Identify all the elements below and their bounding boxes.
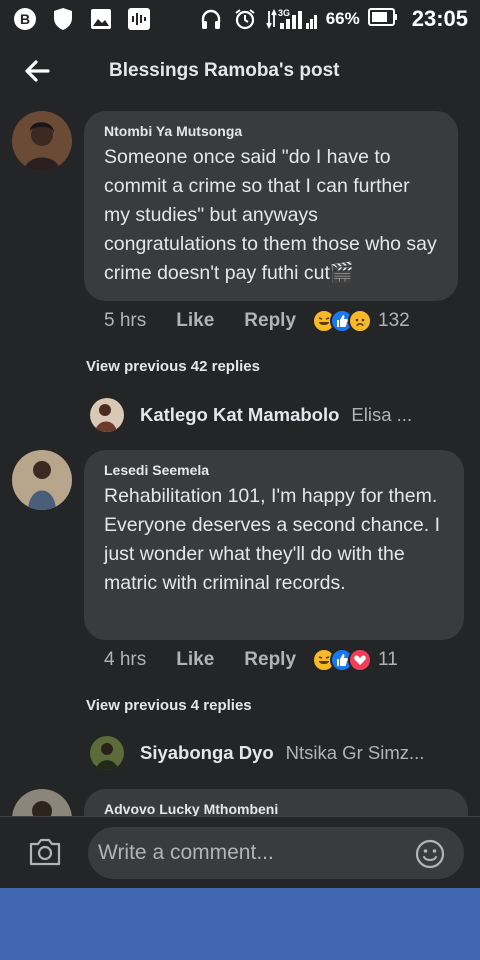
sad-reaction-icon xyxy=(348,309,373,333)
reply-author: Siyabonga Dyo xyxy=(140,742,274,763)
like-button[interactable]: Like xyxy=(176,310,214,332)
bottom-bar xyxy=(0,888,480,960)
network-label: 3G xyxy=(278,8,290,18)
reaction-summary[interactable]: 11 xyxy=(312,648,398,672)
camera-icon[interactable] xyxy=(28,837,62,867)
clock: 23:05 xyxy=(411,6,468,31)
comment-author[interactable]: Advovo Lucky Mthombeni xyxy=(104,801,448,817)
reply-snippet: Elisa ... xyxy=(351,404,413,425)
avatar[interactable] xyxy=(12,111,72,171)
comment-text: Rehabilitation 101, I'm happy for them. … xyxy=(104,485,441,594)
comment-bubble[interactable]: Ntombi Ya Mutsonga Someone once said "do… xyxy=(84,111,458,301)
comment-time: 5 hrs xyxy=(104,310,147,331)
comment-bubble[interactable]: Lesedi Seemela Rehabilitation 101, I'm h… xyxy=(84,450,464,640)
reply-preview[interactable]: Katlego Kat Mamabolo Elisa ... xyxy=(90,398,412,432)
reaction-count: 132 xyxy=(378,310,410,331)
reply-author: Katlego Kat Mamabolo xyxy=(140,404,340,425)
comment-author[interactable]: Lesedi Seemela xyxy=(104,462,444,478)
comment-author[interactable]: Ntombi Ya Mutsonga xyxy=(104,123,438,139)
reply-snippet: Ntsika Gr Simz... xyxy=(285,742,425,763)
love-reaction-icon xyxy=(348,648,373,672)
gallery-icon xyxy=(88,6,114,32)
reaction-count: 11 xyxy=(378,649,398,670)
sound-wave-icon xyxy=(126,6,152,32)
comment-text: Someone once said "do I have to commit a… xyxy=(104,146,437,284)
battery-icon xyxy=(367,7,398,31)
comment-composer xyxy=(0,816,480,888)
back-arrow-icon[interactable] xyxy=(22,56,52,86)
svg-text:B: B xyxy=(20,11,30,27)
shield-icon xyxy=(50,6,76,32)
header: Blessings Ramoba's post xyxy=(0,38,480,104)
battery-percent: 66% xyxy=(325,9,360,28)
signal-3g-icon: 3G xyxy=(265,6,318,32)
status-bar: B 3G 66% 23:05 xyxy=(0,0,480,38)
reply-button[interactable]: Reply xyxy=(244,310,296,332)
headphones-icon xyxy=(198,6,224,32)
alarm-icon xyxy=(232,6,258,32)
avatar[interactable] xyxy=(90,736,124,770)
page-title: Blessings Ramoba's post xyxy=(109,60,340,81)
comment-actions: 4 hrs Like Reply 11 xyxy=(104,648,398,672)
reaction-summary[interactable]: 132 xyxy=(312,309,410,333)
comment-time: 4 hrs xyxy=(104,649,147,670)
view-previous-replies[interactable]: View previous 42 replies xyxy=(86,358,260,375)
avatar[interactable] xyxy=(12,450,72,510)
view-previous-replies[interactable]: View previous 4 replies xyxy=(86,697,252,714)
emoji-icon[interactable] xyxy=(415,839,445,869)
comment-input[interactable] xyxy=(88,827,464,879)
comment-actions: 5 hrs Like Reply 132 xyxy=(104,309,410,333)
reply-button[interactable]: Reply xyxy=(244,649,296,671)
b-logo-icon: B xyxy=(12,6,38,32)
reply-preview[interactable]: Siyabonga Dyo Ntsika Gr Simz... xyxy=(90,736,424,770)
avatar[interactable] xyxy=(90,398,124,432)
like-button[interactable]: Like xyxy=(176,649,214,671)
